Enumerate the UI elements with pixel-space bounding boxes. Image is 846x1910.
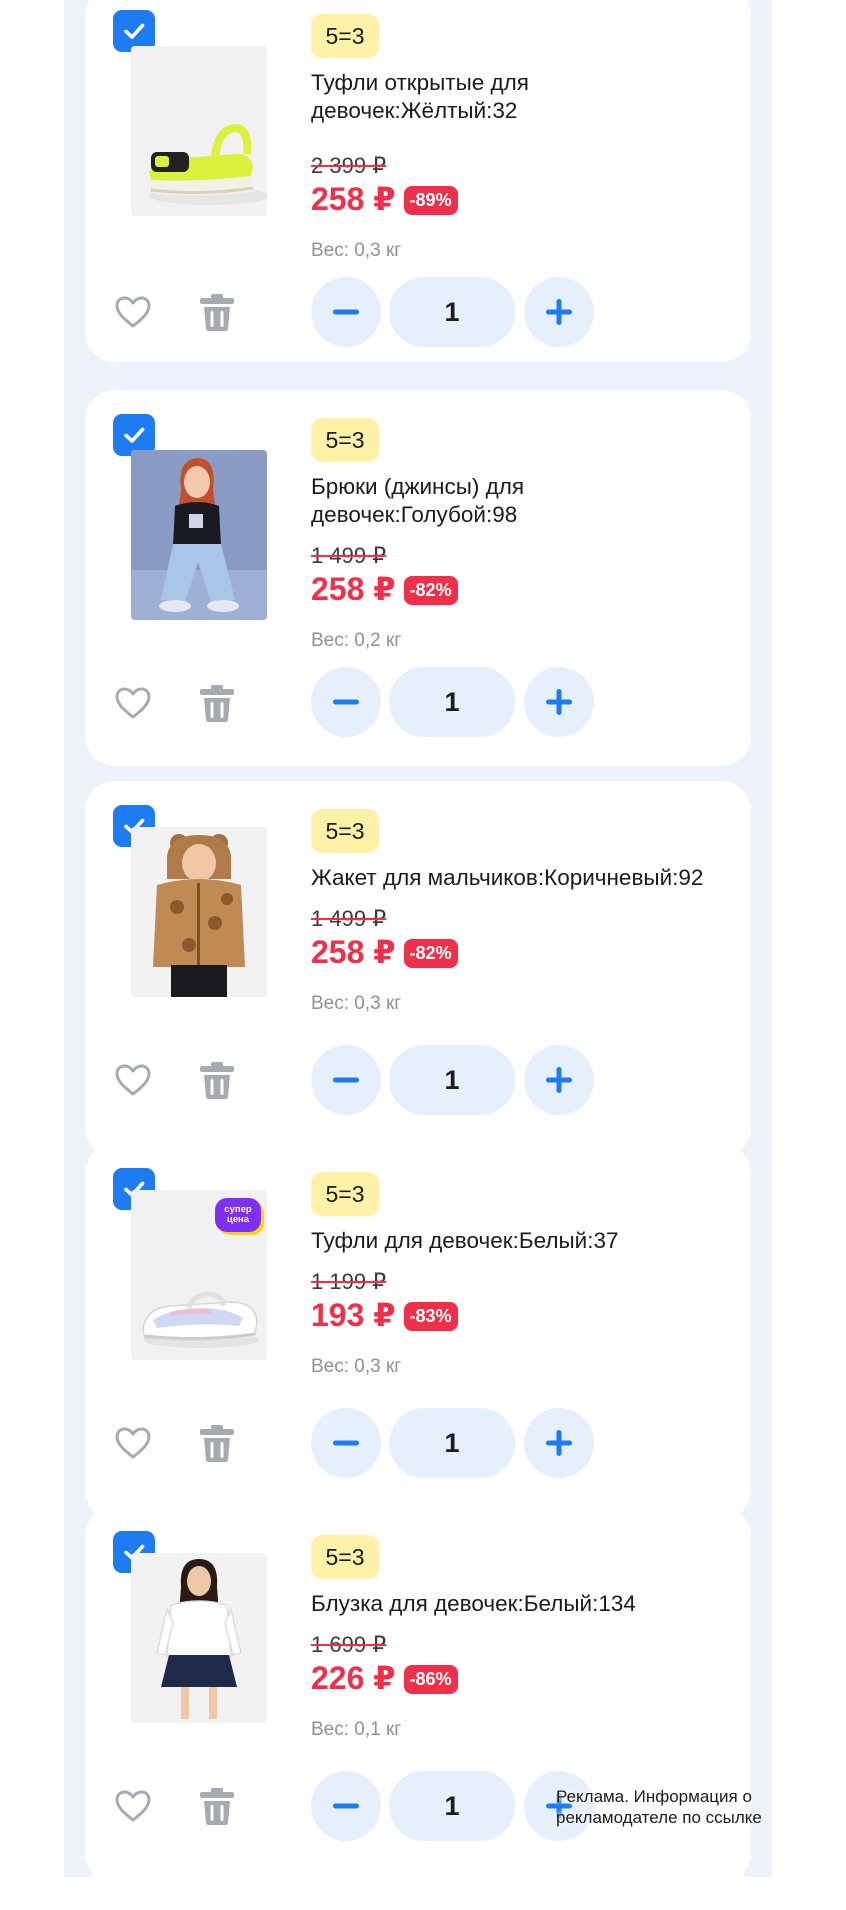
current-price: 226 ₽	[311, 1660, 396, 1696]
sandal-image	[131, 46, 267, 216]
plus-icon	[546, 689, 572, 715]
product-title[interactable]: Блузка для девочек:Белый:134	[311, 1590, 731, 1618]
delete-button[interactable]	[197, 683, 237, 723]
product-weight: Вес: 0,1 кг	[311, 1719, 402, 1740]
checkmark-icon	[124, 427, 145, 443]
super-price-sticker: супер цена	[215, 1198, 261, 1232]
promo-badge: 5=3	[311, 1172, 379, 1216]
promo-badge: 5=3	[311, 809, 379, 853]
heart-icon	[115, 296, 151, 328]
product-image[interactable]: супер цена	[131, 1190, 267, 1360]
trash-icon	[200, 1062, 234, 1099]
price-row: 258 ₽ -82%	[311, 931, 458, 973]
quantity-value[interactable]: 1	[389, 1408, 515, 1478]
plus-icon	[546, 1430, 572, 1456]
promo-badge: 5=3	[311, 1535, 379, 1579]
minus-icon	[333, 1803, 359, 1809]
old-price: 1 699 ₽	[311, 1632, 387, 1657]
cart-item: супер цена 5=3 Туфли для девочек:Белый:3…	[85, 1144, 751, 1520]
increase-qty-button[interactable]	[524, 1045, 594, 1115]
increase-qty-button[interactable]	[524, 277, 594, 347]
delete-button[interactable]	[197, 1423, 237, 1463]
product-image[interactable]	[131, 450, 267, 620]
plus-icon	[546, 1067, 572, 1093]
boy-jacket-image	[131, 827, 267, 997]
old-price: 1 199 ₽	[311, 1269, 387, 1294]
price-row: 258 ₽ -89%	[311, 178, 458, 220]
increase-qty-button[interactable]	[524, 667, 594, 737]
current-price: 258 ₽	[311, 934, 396, 970]
old-price: 1 499 ₽	[311, 906, 387, 931]
minus-icon	[333, 309, 359, 315]
trash-icon	[200, 1788, 234, 1825]
promo-badge: 5=3	[311, 14, 379, 58]
favorite-button[interactable]	[113, 292, 153, 332]
discount-badge: -86%	[403, 1664, 458, 1694]
price-row: 193 ₽ -83%	[311, 1294, 458, 1336]
quantity-value[interactable]: 1	[389, 1045, 515, 1115]
favorite-button[interactable]	[113, 1786, 153, 1826]
trash-icon	[200, 294, 234, 331]
old-price: 2 399 ₽	[311, 153, 387, 178]
product-title[interactable]: Жакет для мальчиков:Коричневый:92	[311, 864, 751, 892]
product-title[interactable]: Туфли для девочек:Белый:37	[311, 1227, 731, 1255]
decrease-qty-button[interactable]	[311, 1045, 381, 1115]
discount-badge: -82%	[403, 575, 458, 605]
minus-icon	[333, 1077, 359, 1083]
product-image[interactable]	[131, 1553, 267, 1723]
price-row: 226 ₽ -86%	[311, 1657, 458, 1699]
delete-button[interactable]	[197, 292, 237, 332]
product-weight: Вес: 0,2 кг	[311, 630, 402, 651]
product-image[interactable]	[131, 827, 267, 997]
product-title[interactable]: Туфли открытые для девочек:Жёлтый:32	[311, 69, 731, 125]
decrease-qty-button[interactable]	[311, 1771, 381, 1841]
quantity-value[interactable]: 1	[389, 1771, 515, 1841]
favorite-button[interactable]	[113, 683, 153, 723]
product-weight: Вес: 0,3 кг	[311, 993, 402, 1014]
quantity-value[interactable]: 1	[389, 277, 515, 347]
favorite-button[interactable]	[113, 1423, 153, 1463]
current-price: 258 ₽	[311, 181, 396, 217]
discount-badge: -82%	[403, 938, 458, 968]
trash-icon	[200, 1425, 234, 1462]
minus-icon	[333, 699, 359, 705]
cart-item: 5=3 Брюки (джинсы) для девочек:Голубой:9…	[85, 390, 751, 766]
discount-badge: -89%	[403, 185, 458, 215]
decrease-qty-button[interactable]	[311, 1408, 381, 1478]
decrease-qty-button[interactable]	[311, 667, 381, 737]
old-price: 1 499 ₽	[311, 543, 387, 568]
girl-blouse-image	[131, 1553, 267, 1723]
discount-badge: -83%	[403, 1301, 458, 1331]
current-price: 258 ₽	[311, 571, 396, 607]
cart-item: 5=3 Туфли открытые для девочек:Жёлтый:32…	[85, 0, 751, 362]
heart-icon	[115, 1790, 151, 1822]
price-row: 258 ₽ -82%	[311, 568, 458, 610]
cart-item: 5=3 Жакет для мальчиков:Коричневый:92 1 …	[85, 781, 751, 1157]
ad-disclaimer-link[interactable]: Реклама. Информация о рекламодателе по с…	[556, 1786, 792, 1828]
cart-item	[85, 1870, 751, 1910]
plus-icon	[546, 299, 572, 325]
increase-qty-button[interactable]	[524, 1408, 594, 1478]
minus-icon	[333, 1440, 359, 1446]
current-price: 193 ₽	[311, 1297, 396, 1333]
delete-button[interactable]	[197, 1060, 237, 1100]
product-image[interactable]	[131, 46, 267, 216]
promo-badge: 5=3	[311, 418, 379, 462]
girl-jeans-image	[131, 450, 267, 620]
product-title[interactable]: Брюки (джинсы) для девочек:Голубой:98	[311, 473, 731, 529]
decrease-qty-button[interactable]	[311, 277, 381, 347]
heart-icon	[115, 1427, 151, 1459]
product-weight: Вес: 0,3 кг	[311, 1356, 402, 1377]
heart-icon	[115, 1064, 151, 1096]
heart-icon	[115, 687, 151, 719]
delete-button[interactable]	[197, 1786, 237, 1826]
quantity-value[interactable]: 1	[389, 667, 515, 737]
checkmark-icon	[124, 23, 145, 39]
product-weight: Вес: 0,3 кг	[311, 240, 402, 261]
favorite-button[interactable]	[113, 1060, 153, 1100]
trash-icon	[200, 685, 234, 722]
